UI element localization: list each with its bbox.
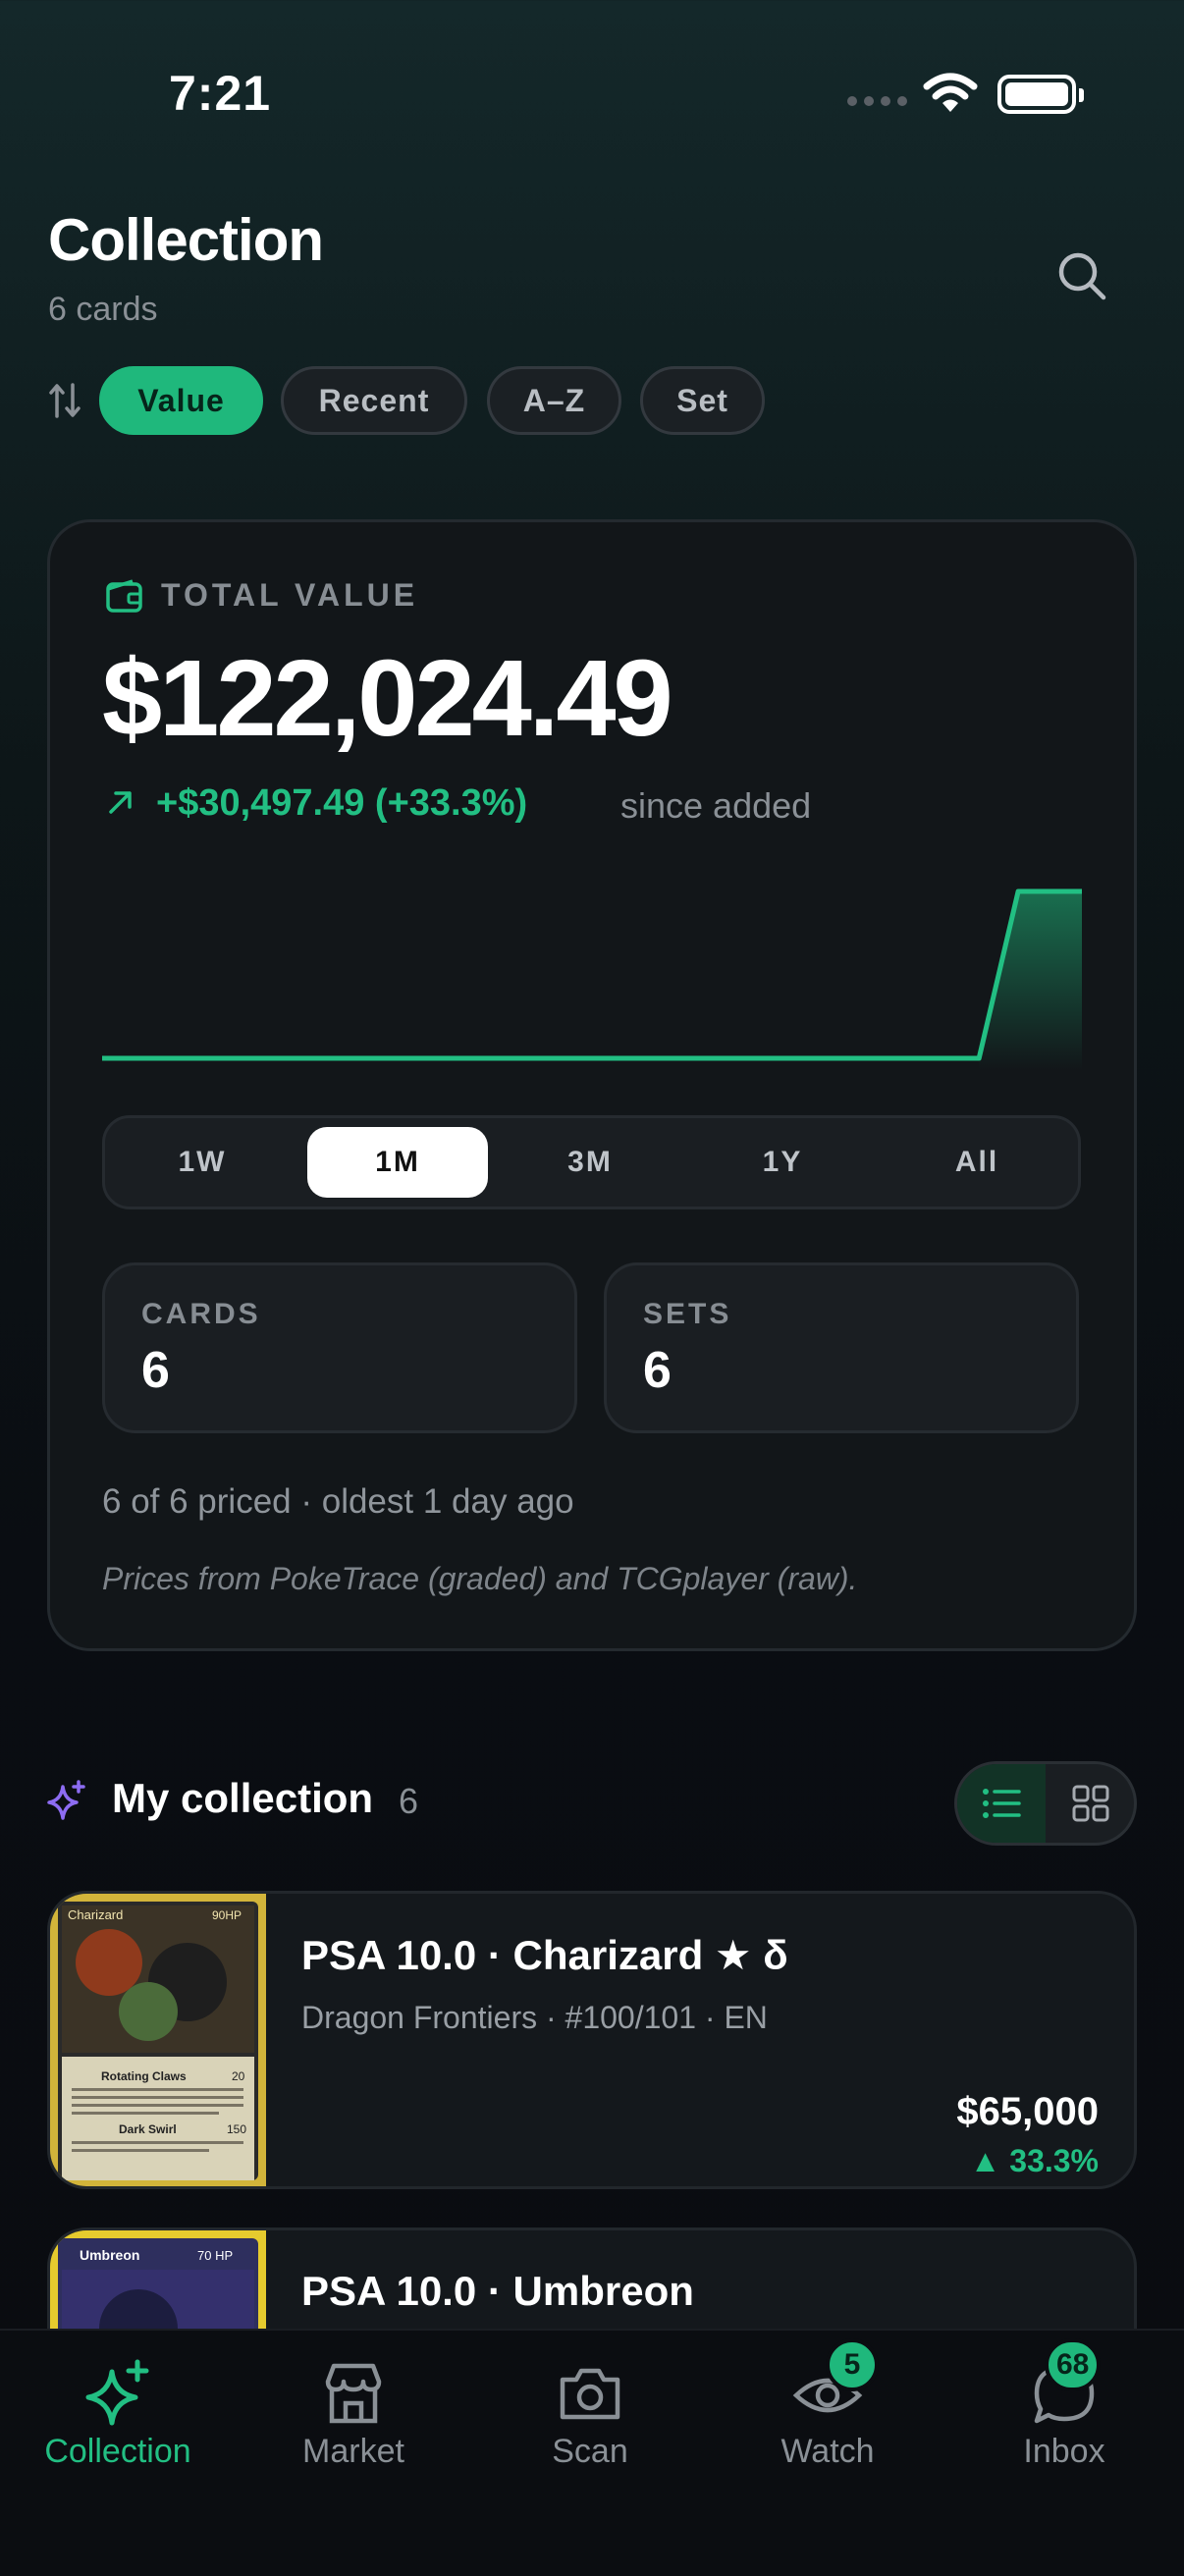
list-view-icon[interactable] — [957, 1764, 1046, 1843]
sort-chip-az[interactable]: A–Z — [487, 366, 621, 435]
stat-cards — [102, 1262, 577, 1433]
search-icon[interactable] — [1056, 250, 1109, 308]
view-mode-toggle — [954, 1761, 1137, 1846]
gain-amount: +$30,497.49 (+33.3%) — [156, 782, 528, 824]
collection-card-row[interactable]: Charizard 90HP Rotating Claws 20 Dark Sw… — [47, 1891, 1137, 2189]
stat-cards-value: 6 — [141, 1342, 170, 1399]
wifi-icon — [923, 73, 978, 119]
arrow-up-right-icon — [106, 787, 135, 822]
sort-chip-recent[interactable]: Recent — [281, 366, 467, 435]
stat-sets — [604, 1262, 1079, 1433]
priced-note: 6 of 6 priced · oldest 1 day ago — [102, 1482, 574, 1521]
tab-market[interactable]: Market — [245, 2338, 461, 2486]
thumb-text: Dark Swirl — [119, 2122, 177, 2136]
thumb-text: Charizard — [68, 1907, 123, 1922]
wallet-icon — [105, 578, 144, 618]
sparkle-icon — [82, 2358, 153, 2434]
thumb-text: Umbreon — [80, 2247, 139, 2263]
card-thumbnail-charizard: Charizard 90HP Rotating Claws 20 Dark Sw… — [50, 1894, 266, 2186]
my-collection-title: My collection — [112, 1775, 374, 1821]
thumb-text: 90HP — [212, 1908, 242, 1922]
thumb-text: Rotating Claws — [101, 2069, 187, 2083]
tab-inbox[interactable]: Inbox 68 — [956, 2338, 1172, 2486]
thumb-text: 70 HP — [197, 2248, 233, 2263]
page-title: Collection — [48, 207, 324, 273]
total-value-amount: $122,024.49 — [102, 638, 673, 759]
value-chart — [102, 888, 1082, 1070]
range-1y[interactable]: 1Y — [692, 1127, 873, 1198]
card-title: PSA 10.0 · Umbreon — [301, 2268, 694, 2314]
cellular-signal-icon — [846, 94, 909, 113]
card-change: ▲ 33.3% — [969, 2143, 1099, 2178]
card-count-subtitle: 6 cards — [48, 291, 158, 328]
card-price: $65,000 — [956, 2090, 1099, 2133]
grid-view-icon[interactable] — [1048, 1764, 1134, 1843]
thumb-text: 20 — [232, 2069, 245, 2083]
thumb-text: 150 — [227, 2122, 246, 2136]
card-subtitle: Dragon Frontiers · #100/101 · EN — [301, 2000, 768, 2035]
camera-icon — [555, 2358, 625, 2434]
sparkle-icon — [45, 1779, 88, 1827]
gain-suffix: since added — [620, 785, 812, 826]
battery-icon — [997, 75, 1084, 114]
my-collection-count: 6 — [399, 1781, 419, 1821]
stat-cards-label: CARDS — [141, 1298, 261, 1330]
total-value-label: TOTAL VALUE — [161, 577, 419, 613]
range-3m[interactable]: 3M — [500, 1127, 680, 1198]
status-time: 7:21 — [169, 66, 272, 121]
range-all[interactable]: All — [887, 1127, 1067, 1198]
tab-label: Collection — [44, 2433, 191, 2470]
watch-badge: 5 — [826, 2338, 879, 2391]
tab-label: Watch — [780, 2433, 875, 2470]
inbox-badge: 68 — [1045, 2338, 1102, 2391]
stat-sets-value: 6 — [643, 1342, 672, 1399]
tab-label: Market — [302, 2433, 404, 2470]
price-source-note: Prices from PokeTrace (graded) and TCGpl… — [102, 1561, 858, 1596]
sort-chip-value[interactable]: Value — [99, 366, 263, 435]
sort-icon[interactable] — [48, 381, 81, 425]
tab-label: Scan — [552, 2433, 628, 2470]
range-1w[interactable]: 1W — [112, 1127, 293, 1198]
range-1m[interactable]: 1M — [307, 1127, 488, 1198]
tab-scan[interactable]: Scan — [482, 2338, 698, 2486]
chart-area — [979, 891, 1082, 1070]
sort-chip-set[interactable]: Set — [640, 366, 765, 435]
storefront-icon — [318, 2358, 389, 2434]
tab-label: Inbox — [1023, 2433, 1105, 2470]
tab-watch[interactable]: Watch 5 — [720, 2338, 936, 2486]
stat-sets-label: SETS — [643, 1298, 732, 1330]
chart-line — [102, 888, 1082, 1061]
card-title: PSA 10.0 · Charizard ★ δ — [301, 1932, 788, 1978]
tab-collection[interactable]: Collection — [10, 2338, 226, 2486]
